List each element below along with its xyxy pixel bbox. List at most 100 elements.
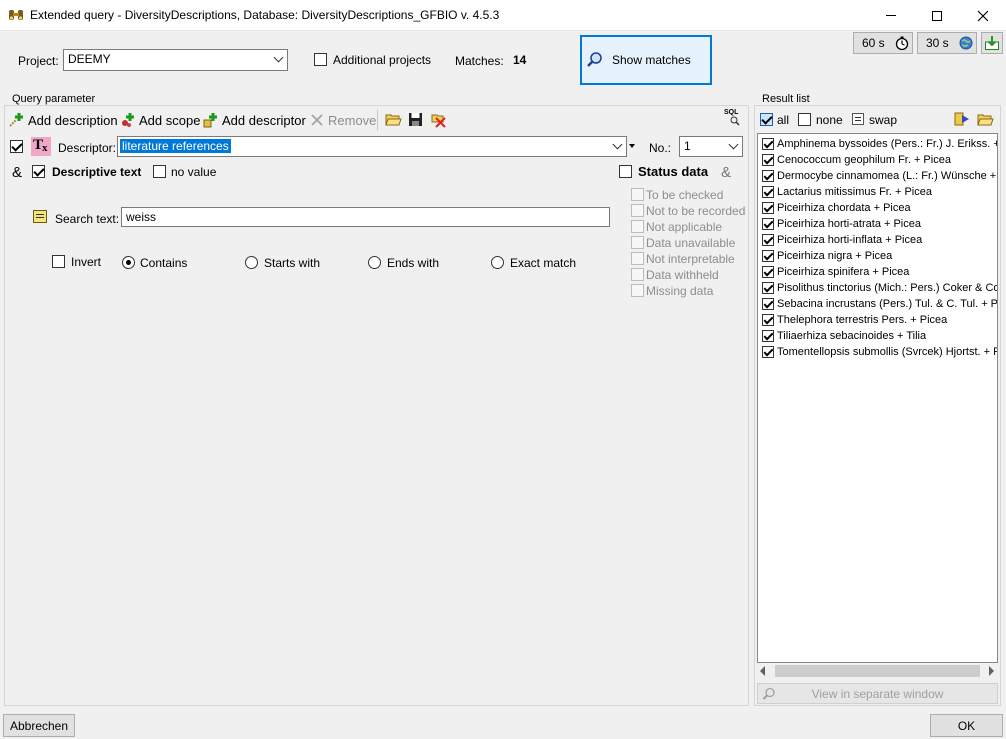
number-label: No.: [649, 141, 672, 155]
add-scope-button[interactable]: Add scope [120, 112, 200, 128]
list-item-label: Tomentellopsis submollis (Svrcek) Hjorts… [777, 346, 998, 358]
maximize-button[interactable] [914, 0, 960, 31]
swap-icon[interactable] [852, 113, 864, 125]
list-item[interactable]: Piceirhiza horti-inflata + Picea [762, 232, 922, 248]
ok-button[interactable]: OK [930, 714, 1003, 737]
status-item-checkbox[interactable] [631, 220, 644, 233]
contains-label: Contains [140, 256, 188, 270]
view-separate-window-button[interactable]: View in separate window [757, 683, 998, 704]
list-item[interactable]: Thelephora terrestris Pers. + Picea [762, 312, 947, 328]
additional-projects-checkbox[interactable] [314, 53, 327, 66]
timeout-60-button[interactable]: 60 s [853, 32, 913, 54]
list-item-checkbox[interactable] [762, 282, 774, 294]
add-description-button[interactable]: Add description [9, 112, 118, 128]
list-item[interactable]: Tiliaerhiza sebacinoides + Tilia [762, 328, 926, 344]
invert-checkbox[interactable] [52, 255, 65, 268]
cancel-button[interactable]: Abbrechen [3, 714, 75, 737]
export-results-button[interactable] [954, 111, 971, 130]
list-item[interactable]: Cenococcum geophilum Fr. + Picea [762, 152, 951, 168]
list-item-checkbox[interactable] [762, 250, 774, 262]
result-list-label: Result list [762, 93, 810, 105]
magnifier-icon [587, 52, 602, 67]
search-text-input[interactable]: weiss [121, 207, 610, 227]
clear-query-button[interactable] [431, 112, 447, 131]
close-window-button[interactable] [960, 0, 1006, 31]
remove-button[interactable]: Remove [309, 112, 376, 128]
list-item-checkbox[interactable] [762, 266, 774, 278]
status-and-operator[interactable]: & [721, 164, 731, 181]
add-scope-label: Add scope [139, 112, 201, 128]
list-item-checkbox[interactable] [762, 298, 774, 310]
arrow-right-icon [954, 112, 969, 126]
status-data-label: Status data [638, 164, 709, 179]
ends-with-radio[interactable] [368, 256, 381, 269]
scrollbar-thumb[interactable] [775, 665, 980, 677]
sql-label: SQL [724, 109, 739, 116]
search-text-value: weiss [126, 210, 157, 224]
list-item[interactable]: Tomentellopsis submollis (Svrcek) Hjorts… [762, 344, 998, 360]
open-results-button[interactable] [977, 112, 994, 130]
status-item-checkbox[interactable] [631, 188, 644, 201]
list-item-checkbox[interactable] [762, 234, 774, 246]
contains-radio[interactable] [122, 256, 135, 269]
text-field-icon [33, 210, 47, 223]
list-item[interactable]: Piceirhiza chordata + Picea [762, 200, 911, 216]
view-separate-window-label: View in separate window [811, 686, 944, 701]
export-button[interactable] [981, 32, 1003, 54]
timeout-30-button[interactable]: 30 s [917, 32, 977, 54]
exact-match-radio[interactable] [491, 256, 504, 269]
horizontal-scrollbar[interactable] [758, 663, 997, 679]
list-item[interactable]: Sebacina incrustans (Pers.) Tul. & C. Tu… [762, 296, 997, 312]
status-item-checkbox[interactable] [631, 268, 644, 281]
swap-label[interactable]: swap [869, 113, 897, 127]
starts-with-radio[interactable] [245, 256, 258, 269]
result-list[interactable]: Amphinema byssoides (Pers.: Fr.) J. Erik… [757, 133, 998, 663]
minimize-button[interactable] [868, 0, 914, 31]
open-query-button[interactable] [385, 112, 402, 130]
minimize-icon [886, 15, 896, 16]
sql-button[interactable]: SQL [724, 109, 740, 128]
descriptive-text-checkbox[interactable] [32, 165, 45, 178]
list-item-checkbox[interactable] [762, 330, 774, 342]
list-item-checkbox[interactable] [762, 314, 774, 326]
list-item-checkbox[interactable] [762, 154, 774, 166]
text-descriptor-icon: T x [31, 137, 51, 156]
status-item-label: Data withheld [646, 268, 719, 282]
descriptor-menu-arrow[interactable] [629, 144, 635, 148]
status-item-checkbox[interactable] [631, 252, 644, 265]
and-operator[interactable]: & [12, 164, 22, 181]
magnifier-icon [762, 687, 775, 700]
no-value-checkbox[interactable] [153, 165, 166, 178]
descriptor-select[interactable]: literature references [117, 136, 627, 157]
list-item-checkbox[interactable] [762, 138, 774, 150]
list-item-checkbox[interactable] [762, 186, 774, 198]
add-descriptor-button[interactable]: Add descriptor [203, 112, 306, 128]
select-none-checkbox[interactable] [798, 113, 811, 126]
list-item[interactable]: Lactarius mitissimus Fr. + Picea [762, 184, 932, 200]
list-item[interactable]: Piceirhiza spinifera + Picea [762, 264, 909, 280]
list-item-checkbox[interactable] [762, 170, 774, 182]
list-item[interactable]: Dermocybe cinnamomea (L.: Fr.) Wünsche +… [762, 168, 997, 184]
status-item-checkbox[interactable] [631, 236, 644, 249]
number-value: 1 [684, 139, 691, 153]
scroll-right-icon[interactable] [989, 666, 994, 676]
status-item-label: Not to be recorded [646, 204, 746, 218]
save-query-button[interactable] [408, 112, 423, 130]
list-item-checkbox[interactable] [762, 346, 774, 358]
list-item[interactable]: Pisolithus tinctorius (Mich.: Pers.) Cok… [762, 280, 997, 296]
project-select[interactable]: DEEMY [63, 49, 288, 71]
select-all-checkbox[interactable] [760, 113, 773, 126]
list-item[interactable]: Piceirhiza horti-atrata + Picea [762, 216, 921, 232]
show-matches-button[interactable]: Show matches [580, 35, 712, 85]
list-item[interactable]: Piceirhiza nigra + Picea [762, 248, 892, 264]
status-item-checkbox[interactable] [631, 284, 644, 297]
status-data-checkbox[interactable] [619, 165, 632, 178]
status-item-checkbox[interactable] [631, 204, 644, 217]
list-item-checkbox[interactable] [762, 218, 774, 230]
descriptor-enabled-checkbox[interactable] [10, 140, 23, 153]
list-item[interactable]: Amphinema byssoides (Pers.: Fr.) J. Erik… [762, 136, 997, 152]
matches-count: 14 [513, 53, 527, 67]
list-item-checkbox[interactable] [762, 202, 774, 214]
scroll-left-icon[interactable] [760, 666, 765, 676]
number-select[interactable]: 1 [679, 136, 743, 157]
